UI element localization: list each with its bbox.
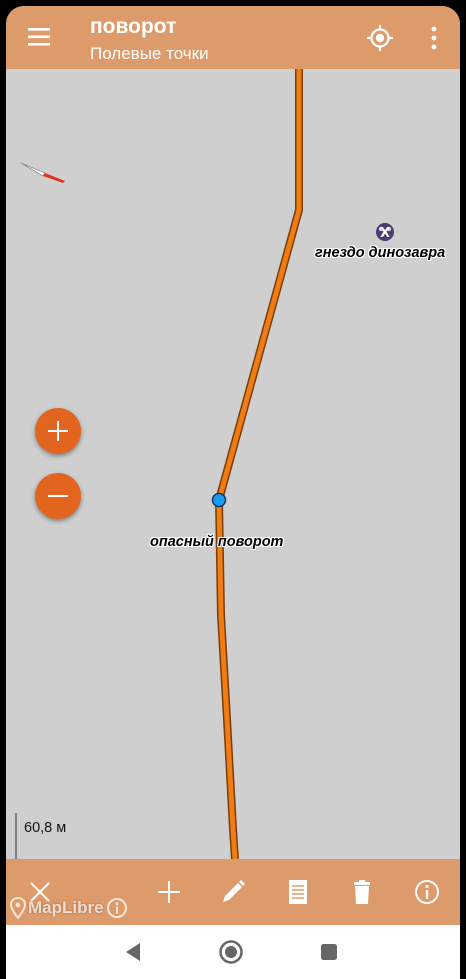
zoom-out-button[interactable] — [35, 473, 81, 519]
svg-text:X: X — [380, 226, 390, 241]
attribution-info-icon[interactable] — [106, 897, 128, 919]
map-scale-label: 60,8 м — [24, 820, 67, 836]
gps-locate-icon[interactable] — [366, 24, 394, 52]
map-pin-icon — [10, 897, 26, 919]
add-icon[interactable] — [154, 877, 184, 907]
maplibre-attribution[interactable]: MapLibre — [10, 896, 128, 920]
home-circle-icon[interactable] — [216, 937, 246, 967]
page-subtitle: Полевые точки — [90, 44, 209, 63]
maplibre-text: MapLibre — [28, 898, 104, 917]
compass-icon[interactable] — [19, 159, 69, 185]
zoom-in-button[interactable] — [35, 408, 81, 454]
system-nav-bar — [6, 925, 460, 979]
minus-icon — [48, 495, 68, 497]
hamburger-menu-icon[interactable] — [24, 24, 54, 50]
more-vert-icon[interactable] — [424, 24, 444, 52]
back-triangle-icon[interactable] — [118, 937, 148, 967]
poi-label-dangerous-turn[interactable]: опасный поворот — [150, 534, 283, 550]
dinosaur-nest-marker-icon[interactable]: X — [374, 221, 396, 243]
app-screen: поворот Полевые точки X гнездо динозавра… — [6, 6, 460, 979]
delete-trash-icon[interactable] — [347, 877, 377, 907]
app-bar: поворот Полевые точки — [6, 6, 460, 69]
edit-pencil-icon[interactable] — [218, 877, 248, 907]
info-icon[interactable] — [412, 877, 442, 907]
route-point-marker[interactable] — [211, 492, 227, 508]
map-view[interactable]: X гнездо динозавра опасный поворот — [6, 69, 460, 881]
recents-square-icon[interactable] — [314, 937, 344, 967]
route-line[interactable] — [215, 69, 303, 859]
poi-label-nest[interactable]: гнездо динозавра — [315, 245, 445, 261]
notes-list-icon[interactable] — [283, 877, 313, 907]
bottom-toolbar: MapLibre — [6, 859, 460, 925]
page-title: поворот — [90, 15, 177, 38]
plus-icon — [48, 421, 68, 441]
